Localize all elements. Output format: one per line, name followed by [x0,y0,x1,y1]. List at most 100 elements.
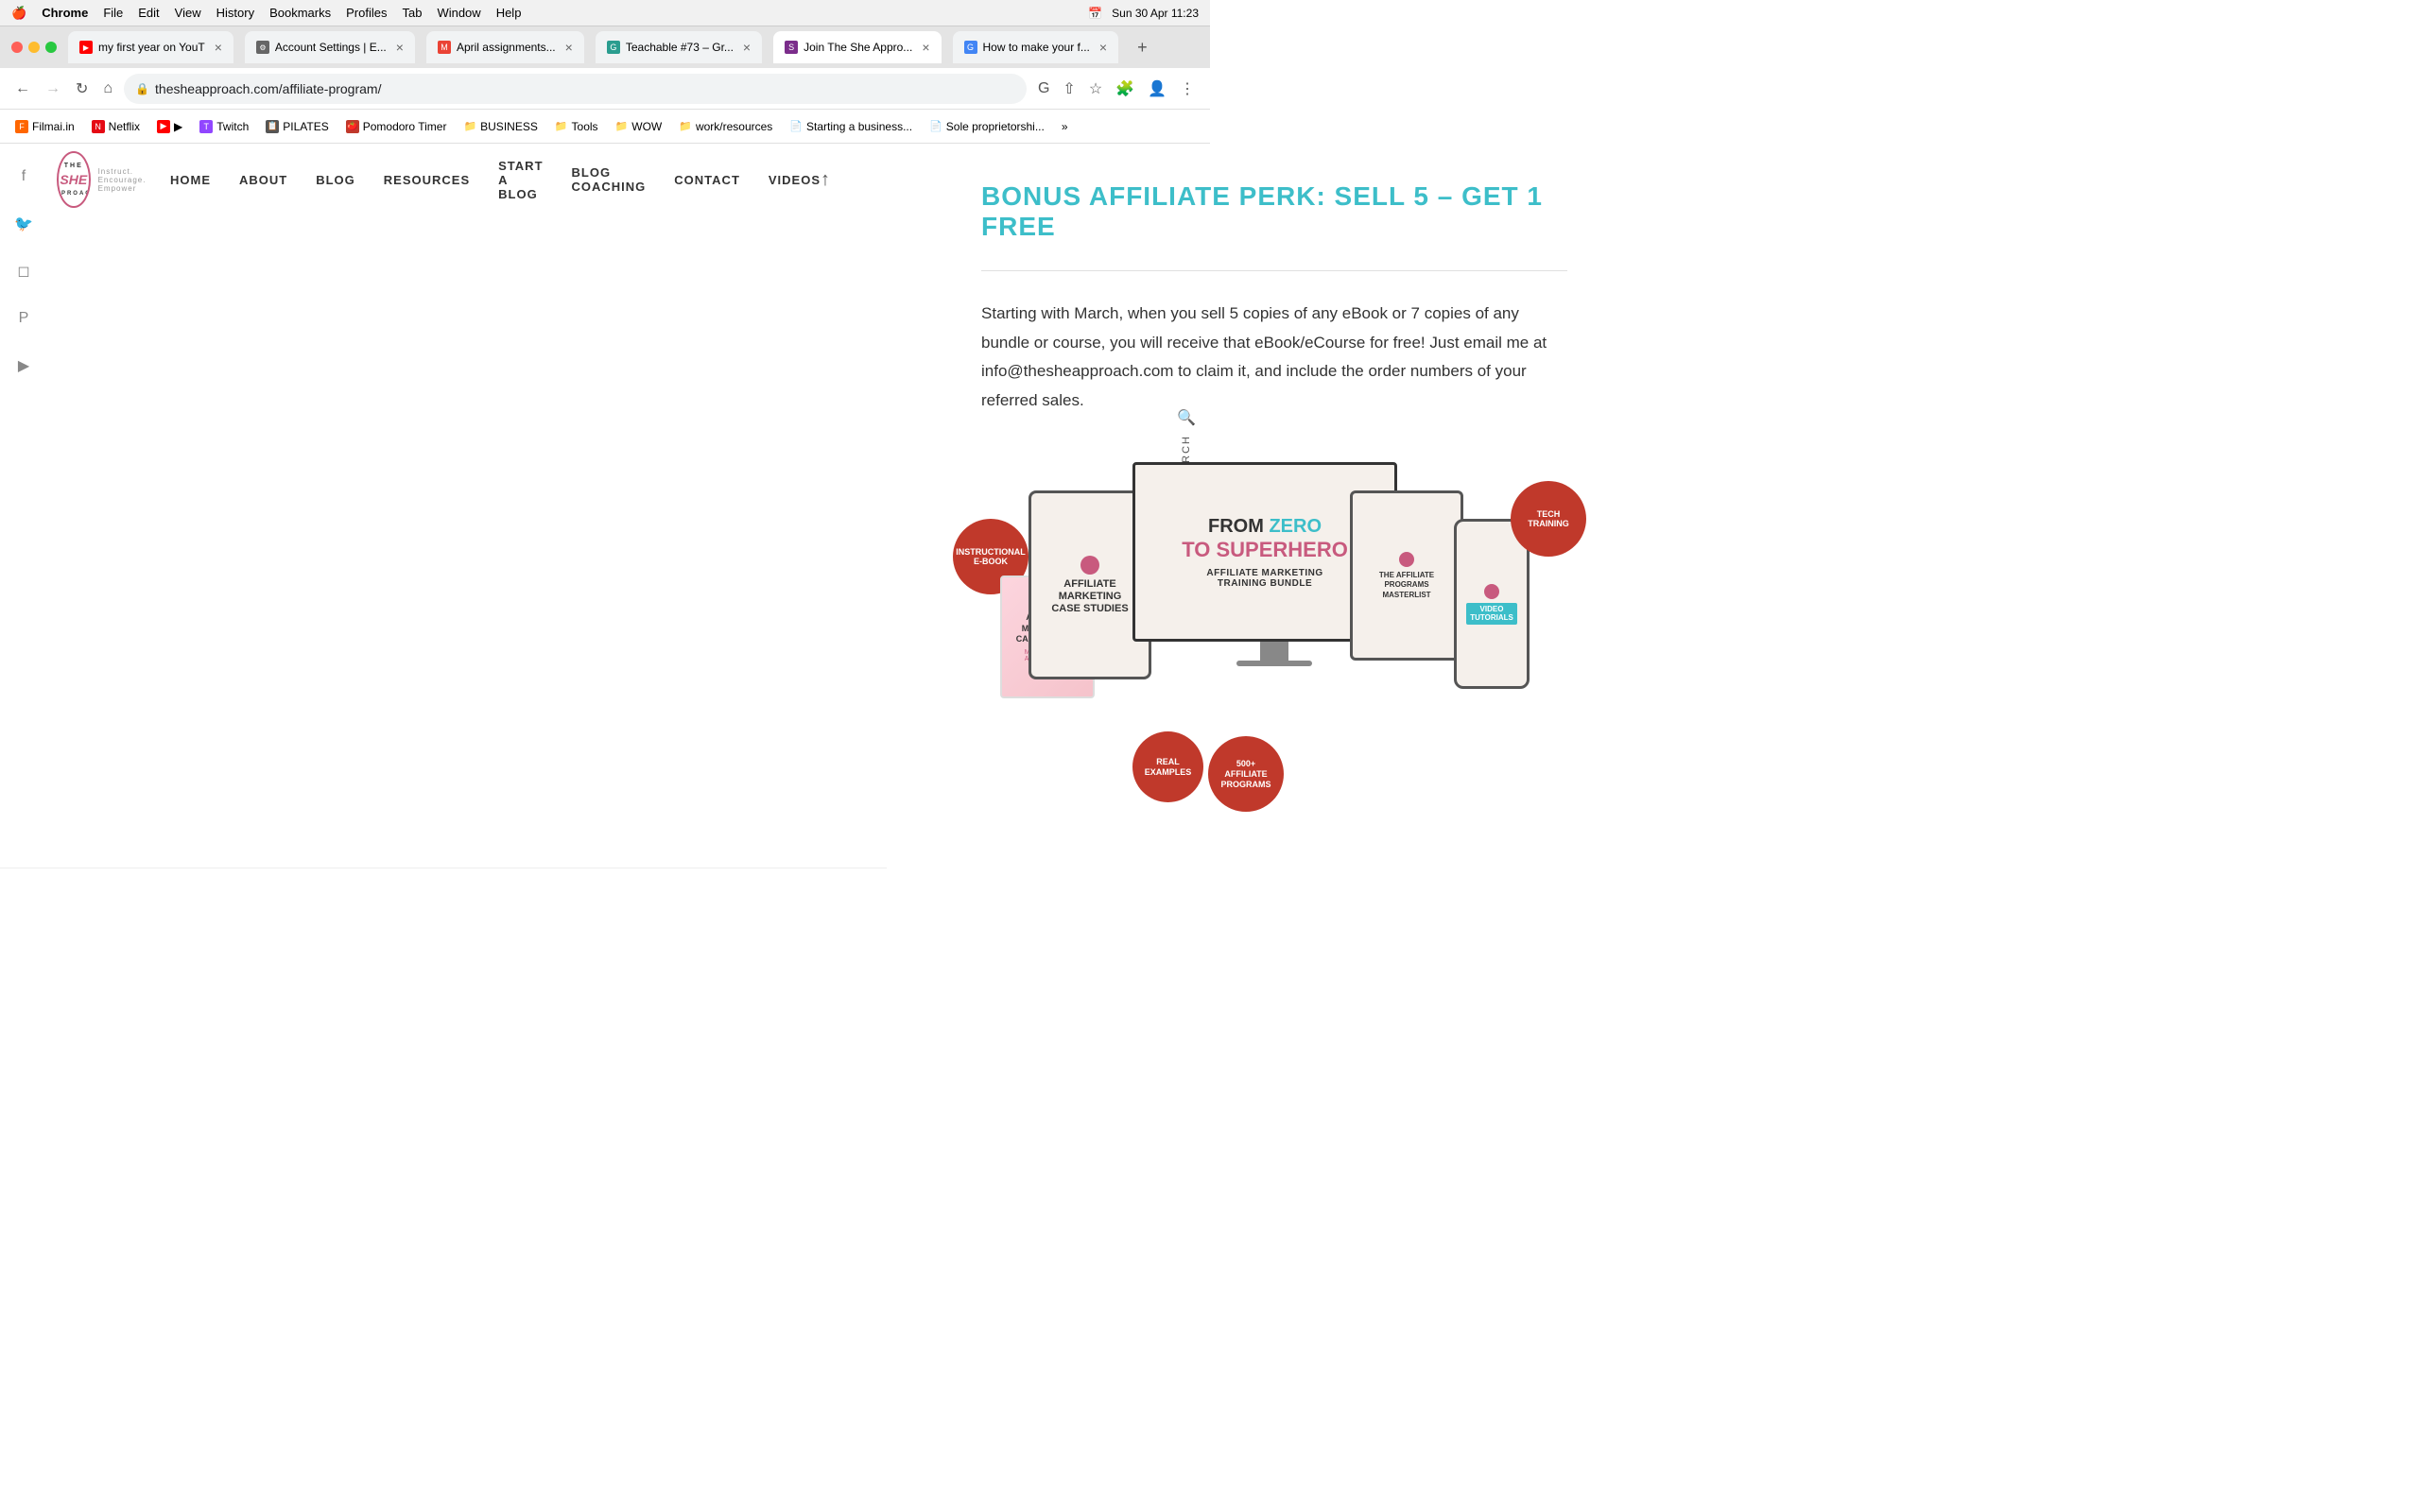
nav-start-blog[interactable]: START A BLOG [498,159,543,201]
profiles-menu[interactable]: Profiles [346,6,387,20]
history-menu[interactable]: History [216,6,254,20]
description-text: Starting with March, when you sell 5 cop… [981,300,1567,415]
bookmark-starting-label: Starting a business... [806,120,912,133]
tab-4[interactable]: G Teachable #73 – Gr... × [596,31,762,63]
logo-she: SHE [57,171,91,188]
nav-contact[interactable]: CONTACT [674,173,740,187]
tab-6-title: How to make your f... [983,41,1090,54]
bookmarks-menu[interactable]: Bookmarks [269,6,331,20]
instructional-circle-text: INSTRUCTIONALE-BOOK [956,547,1026,568]
tablet-title: AFFILIATEMARKETINGCASE STUDIES [1051,578,1128,616]
menu-icon[interactable]: ⋮ [1176,76,1199,102]
bookmark-starting[interactable]: 📄 Starting a business... [782,116,920,137]
instagram-social-icon[interactable]: ◻ [9,257,38,285]
twitter-social-icon[interactable]: 🐦 [9,210,38,238]
file-menu[interactable]: File [103,6,123,20]
facebook-social-icon[interactable]: f [9,163,38,191]
tab-5[interactable]: S Join The She Appro... × [773,31,941,63]
scroll-top-button[interactable]: ↑ [821,169,830,191]
bookmark-pomodoro[interactable]: 🍅 Pomodoro Timer [338,116,455,137]
tab-3-close[interactable]: × [565,40,573,55]
tab-4-close[interactable]: × [743,40,751,55]
bookmark-more[interactable]: » [1054,116,1076,137]
phone-title: VIDEOTUTORIALS [1466,603,1517,625]
monitor-base [1236,661,1312,666]
tab-3[interactable]: M April assignments... × [426,31,584,63]
share-icon[interactable]: ⇧ [1059,76,1079,102]
bookmark-tools[interactable]: 📁 Tools [547,116,606,137]
tab-6-close[interactable]: × [1099,40,1107,55]
bookmark-pilates[interactable]: 📋 PILATES [258,116,336,137]
nav-videos[interactable]: VIDEOS [769,173,821,187]
tab-2-close[interactable]: × [396,40,404,55]
edit-menu[interactable]: Edit [138,6,159,20]
logo-approach: APPROACH [57,191,91,197]
nav-home[interactable]: HOME [170,173,211,187]
search-trigger-icon[interactable]: 🔍 [1177,408,1196,427]
bookmark-sole[interactable]: 📄 Sole proprietorshi... [922,116,1052,137]
address-input[interactable]: 🔒 thesheapproach.com/affiliate-program/ [124,74,1027,104]
nav-blog[interactable]: BLOG [316,173,355,187]
bookmark-twitch[interactable]: T Twitch [192,116,256,137]
bookmark-netflix-label: Netflix [109,120,140,133]
tab-2-favicon: ⚙ [256,41,269,54]
tab-6[interactable]: G How to make your f... × [953,31,1119,63]
monitor-stand [1260,642,1288,661]
bookmark-filmai[interactable]: F Filmai.in [8,116,82,137]
new-tab-button[interactable]: + [1133,34,1151,61]
bookmark-workresources[interactable]: 📁 work/resources [671,116,780,137]
extension-icon[interactable]: 🧩 [1112,76,1138,102]
tab-1[interactable]: ▶ my first year on YouT × [68,31,233,63]
pinterest-social-icon[interactable]: P [9,304,38,333]
back-button[interactable]: ← [11,77,34,101]
calendar-icon: 📅 [1088,7,1102,20]
tech-training-circle[interactable]: TECHTRAINING [1511,481,1586,557]
nav-blog-coaching[interactable]: BLOG COACHING [572,165,647,194]
tab-2[interactable]: ⚙ Account Settings | E... × [245,31,415,63]
bookmark-sole-label: Sole proprietorshi... [946,120,1045,133]
minimize-button[interactable] [28,42,40,53]
tab-5-title: Join The She Appro... [804,41,912,54]
view-menu[interactable]: View [175,6,201,20]
tab-1-favicon: ▶ [79,41,93,54]
bookmark-business[interactable]: 📁 BUSINESS [456,116,544,137]
tab-5-close[interactable]: × [922,40,929,55]
nav-about[interactable]: ABOUT [239,173,287,187]
address-text: thesheapproach.com/affiliate-program/ [155,81,1015,96]
bookmark-star-icon[interactable]: ☆ [1085,76,1106,102]
google-search-icon[interactable]: G [1034,77,1053,101]
real-examples-circle[interactable]: REALEXAMPLES [1132,731,1203,802]
bookmark-youtube-label: ▶ [174,120,182,133]
logo-inner-text: THE SHE APPROACH [57,161,91,198]
home-button[interactable]: ⌂ [99,77,116,101]
forward-button[interactable]: → [42,77,64,101]
close-button[interactable] [11,42,23,53]
doc-icon-sole: 📄 [929,120,942,132]
masterlist-logo [1399,552,1414,567]
window-menu[interactable]: Window [437,6,480,20]
youtube-social-icon[interactable]: ▶ [9,352,38,380]
bookmark-twitch-label: Twitch [216,120,249,133]
tab-1-close[interactable]: × [215,40,222,55]
bookmark-youtube[interactable]: ▶ ▶ [149,116,190,137]
programs-circle[interactable]: 500+AFFILIATEPROGRAMS [1208,736,1284,812]
folder-icon-tools: 📁 [555,120,568,132]
site-logo[interactable]: THE SHE APPROACH Instruct. Encourage. Em… [57,151,170,208]
training-bundle-text: AFFILIATE MARKETINGTRAINING BUNDLE [1182,568,1348,589]
social-sidebar: f 🐦 ◻ P ▶ [0,144,47,399]
header-inner: THE SHE APPROACH Instruct. Encourage. Em… [0,144,887,215]
chrome-menu[interactable]: Chrome [42,6,88,20]
browser-window: ▶ my first year on YouT × ⚙ Account Sett… [0,26,1210,868]
nav-resources[interactable]: RESOURCES [384,173,470,187]
refresh-button[interactable]: ↻ [72,76,92,102]
user-profile-icon[interactable]: 👤 [1144,76,1170,102]
tab-menu[interactable]: Tab [402,6,422,20]
help-menu[interactable]: Help [496,6,522,20]
bookmark-netflix[interactable]: N Netflix [84,116,147,137]
bookmark-wow-label: WOW [631,120,662,133]
doc-icon-starting: 📄 [789,120,803,132]
bookmark-wow[interactable]: 📁 WOW [608,116,670,137]
apple-menu[interactable]: 🍎 [11,6,26,21]
masterlist-tablet: THE AFFILIATEPROGRAMSMASTERLIST [1350,490,1463,661]
maximize-button[interactable] [45,42,57,53]
